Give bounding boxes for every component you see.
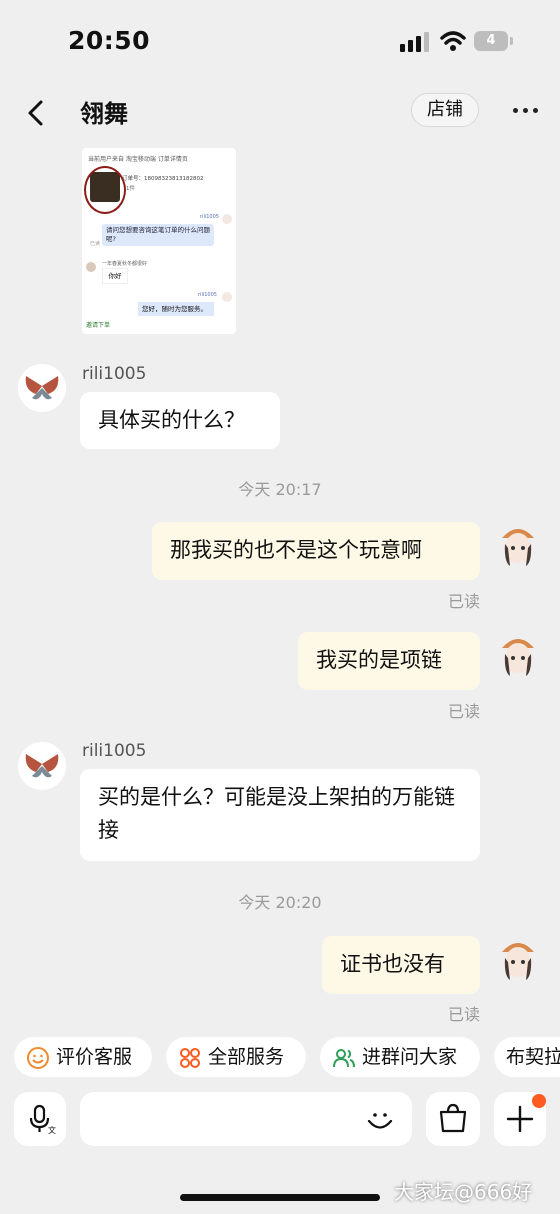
message-input[interactable] — [80, 1092, 412, 1146]
watermark: 大家坛@666好 — [394, 1180, 533, 1204]
message-bubble[interactable]: 买的是什么？可能是没上架拍的万能链接 — [80, 769, 480, 861]
agent-avatar[interactable] — [18, 364, 66, 412]
screenshot-read-label: 已读 — [90, 241, 101, 247]
status-time: 20:50 — [68, 26, 151, 55]
agent-avatar[interactable] — [18, 742, 66, 790]
grid-services-icon — [180, 1048, 200, 1068]
message-bubble-outgoing[interactable]: 那我买的也不是这个玩意啊 — [152, 522, 480, 580]
sender-name: rili1005 — [82, 364, 147, 384]
shopping-bag-button[interactable] — [426, 1092, 480, 1146]
status-bar: 20:50 4 — [0, 0, 560, 84]
message-bubble-outgoing[interactable]: 证书也没有 — [322, 936, 480, 994]
smiley-icon — [27, 1047, 49, 1069]
chip-label: 进群问大家 — [362, 1046, 458, 1068]
screenshot-agent-reply: 您好，随时为您服务。 — [138, 302, 214, 316]
timestamp: 今天 20:20 — [238, 893, 322, 912]
screenshot-source-line: 当前用户来自 淘宝移动端 订单详情页 — [88, 156, 188, 163]
more-icon[interactable] — [510, 98, 542, 122]
emoji-icon[interactable] — [364, 1104, 396, 1136]
read-status: 已读 — [448, 592, 481, 611]
screenshot-agent-name-2: rili1005 — [198, 292, 217, 298]
plus-icon — [506, 1105, 534, 1133]
message-bubble-outgoing[interactable]: 我买的是项链 — [298, 632, 480, 690]
quick-action-rate-service[interactable]: 评价客服 — [14, 1037, 152, 1077]
screenshot-agent-question: 请问您想要咨询这笔订单的什么问题呢? — [102, 224, 214, 246]
shopping-bag-icon — [439, 1103, 467, 1133]
input-bar: 文 — [0, 1086, 560, 1156]
screenshot-agent-avatar — [222, 214, 232, 224]
sender-name: rili1005 — [82, 741, 147, 761]
screenshot-customer-message: 你好 — [102, 268, 128, 284]
user-avatar[interactable] — [498, 936, 538, 984]
page-title: 翎舞 — [80, 100, 128, 128]
screenshot-order-number: 订单号：1809832381318280​2 — [122, 176, 204, 182]
screenshot-qty: 1件 — [126, 186, 135, 192]
chip-label: 全部服务 — [208, 1046, 285, 1068]
home-indicator — [180, 1194, 380, 1201]
screenshot-customer-avatar — [86, 262, 96, 272]
image-message[interactable]: 当前用户来自 淘宝移动端 订单详情页 订单号：1809832381318280​… — [82, 148, 236, 334]
notification-dot — [532, 1094, 546, 1108]
red-circle-mark — [84, 166, 126, 214]
back-arrow-icon[interactable] — [22, 98, 52, 128]
chip-label: 布契拉 — [506, 1046, 560, 1068]
cellular-signal-icon — [400, 32, 429, 52]
message-bubble[interactable]: 具体买的什么？ — [80, 392, 280, 449]
read-status: 已读 — [448, 702, 481, 721]
screenshot-agent-avatar-2 — [222, 292, 232, 302]
timestamp: 今天 20:17 — [238, 480, 322, 499]
chat-header: 翎舞 店铺 — [0, 84, 560, 142]
screenshot-invite-link: 邀请下单 — [86, 322, 111, 329]
svg-text:文: 文 — [48, 1125, 56, 1134]
user-avatar[interactable] — [498, 522, 538, 570]
shop-button[interactable]: 店铺 — [411, 93, 479, 127]
group-users-icon — [333, 1049, 355, 1068]
battery-tip — [510, 37, 513, 45]
voice-input-button[interactable]: 文 — [14, 1092, 66, 1146]
screenshot-customer-name: 一年春夏秋冬都很好 — [102, 261, 148, 267]
read-status: 已读 — [448, 1005, 481, 1024]
screenshot-agent-name: rili1005 — [200, 214, 219, 220]
microphone-icon: 文 — [29, 1104, 56, 1134]
quick-action-join-group[interactable]: 进群问大家 — [320, 1037, 480, 1077]
wifi-icon — [440, 31, 466, 51]
user-avatar[interactable] — [498, 632, 538, 680]
quick-action-more[interactable]: 布契拉 — [494, 1037, 560, 1077]
quick-action-all-services[interactable]: 全部服务 — [166, 1037, 306, 1077]
chip-label: 评价客服 — [56, 1046, 133, 1068]
battery-icon: 4 — [474, 31, 508, 51]
